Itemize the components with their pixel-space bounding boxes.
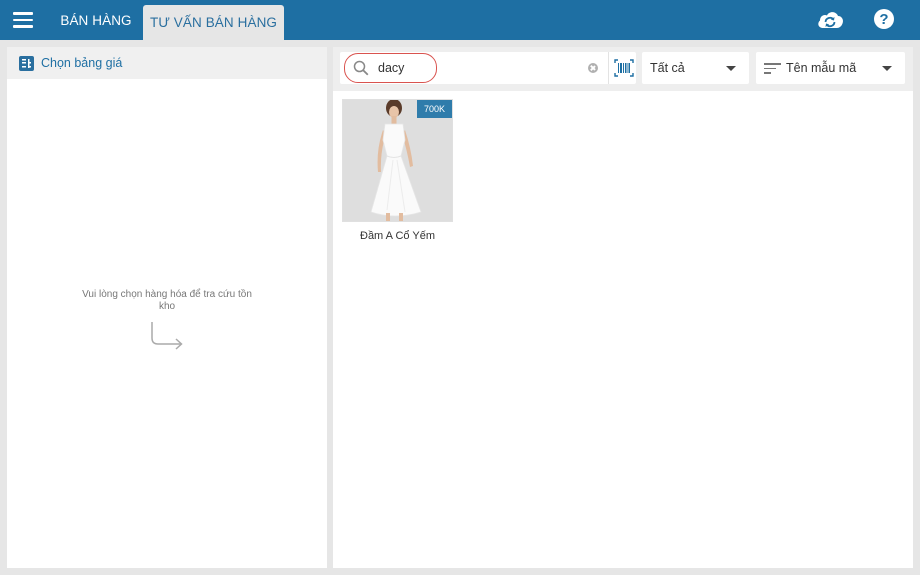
product-card[interactable]: 700K Đầm A Cổ Yếm bbox=[342, 99, 453, 244]
chevron-down-icon bbox=[726, 66, 736, 71]
empty-state-hint: Vui lòng chọn hàng hóa để tra cứu tồn kh… bbox=[82, 289, 252, 312]
product-image: 700K bbox=[342, 99, 453, 222]
sort-value: Tên mẫu mã bbox=[786, 61, 857, 75]
choose-price-book-button[interactable]: Chọn bảng giá bbox=[7, 47, 327, 79]
category-filter-select[interactable]: Tất cả bbox=[642, 52, 749, 84]
search-box bbox=[340, 52, 636, 84]
price-badge: 700K bbox=[417, 100, 452, 118]
chevron-down-icon bbox=[882, 66, 892, 71]
clear-search-icon[interactable] bbox=[588, 63, 598, 73]
search-toolbar: Tất cả Tên mẫu mã bbox=[333, 47, 913, 91]
tab-sales-advice[interactable]: TƯ VẤN BÁN HÀNG bbox=[143, 5, 284, 40]
tab-sell[interactable]: BÁN HÀNG bbox=[50, 0, 142, 40]
product-name: Đầm A Cổ Yếm bbox=[360, 230, 435, 242]
choose-price-book-label: Chọn bảng giá bbox=[41, 56, 123, 70]
help-icon[interactable]: ? bbox=[874, 9, 894, 29]
sort-select[interactable]: Tên mẫu mã bbox=[756, 52, 905, 84]
cloud-sync-icon[interactable] bbox=[815, 8, 845, 32]
sort-icon bbox=[764, 62, 781, 74]
product-panel: Tất cả Tên mẫu mã bbox=[333, 47, 913, 568]
search-input[interactable] bbox=[378, 59, 568, 77]
search-divider bbox=[608, 52, 609, 84]
white-dress-image bbox=[343, 100, 452, 221]
top-bar: BÁN HÀNG TƯ VẤN BÁN HÀNG ? bbox=[0, 0, 920, 40]
turn-right-arrow-icon bbox=[151, 322, 183, 350]
barcode-scan-icon[interactable] bbox=[614, 59, 634, 77]
category-filter-value: Tất cả bbox=[650, 61, 685, 75]
inventory-panel: Chọn bảng giá Vui lòng chọn hàng hóa để … bbox=[7, 47, 327, 568]
price-book-icon bbox=[19, 55, 34, 71]
search-icon bbox=[353, 60, 369, 76]
menu-icon[interactable] bbox=[13, 12, 33, 28]
